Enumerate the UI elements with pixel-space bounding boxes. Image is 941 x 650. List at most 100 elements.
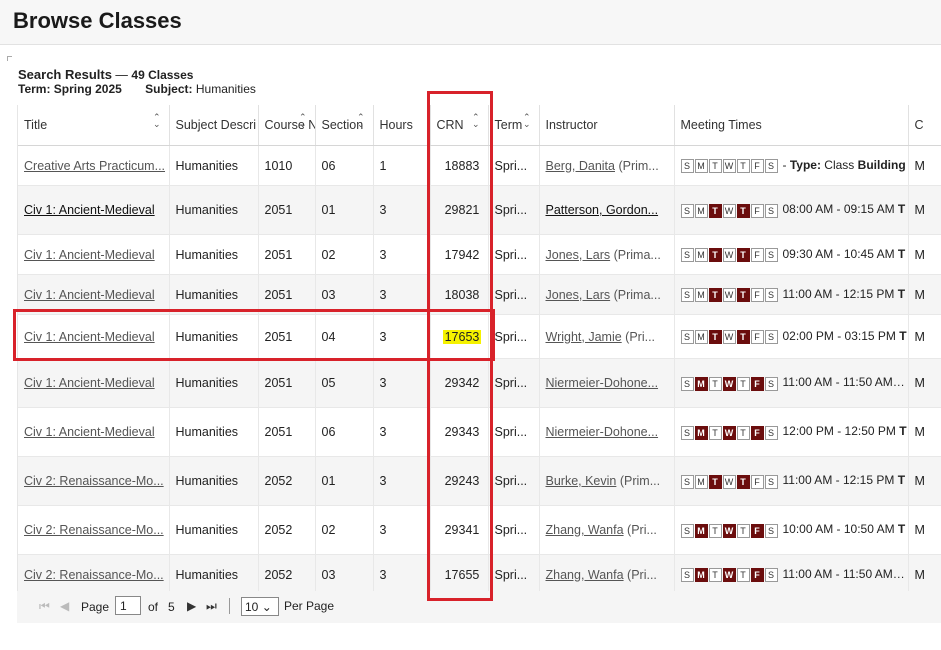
table-row[interactable]: Creative Arts Practicum... Humanities 1010… [18, 145, 941, 186]
instructor-link[interactable]: Zhang, Wanfa [546, 568, 624, 582]
weekday-box: S [764, 330, 778, 345]
weekday-box: T [708, 523, 722, 538]
instructor-link[interactable]: Patterson, Gordon... [546, 203, 659, 217]
subject-label: Subject: [145, 82, 193, 96]
course-title-link[interactable]: Civ 1: Ancient-Medieval [24, 248, 155, 262]
table-row[interactable]: Civ 1: Ancient-Medieval Humanities 2051 04 3… [18, 314, 941, 359]
next-page-icon[interactable]: ▶ [187, 599, 196, 613]
page-number-input[interactable]: 1 [115, 596, 141, 615]
table-row[interactable]: Civ 1: Ancient-Medieval Humanities 2051 01 3… [18, 185, 941, 235]
meeting-prefix: - [782, 157, 790, 172]
meeting-building-label: Building [857, 157, 906, 172]
page-header: Browse Classes [0, 0, 941, 45]
course-title-link[interactable]: Civ 1: Ancient-Medieval [24, 203, 155, 217]
first-page-icon[interactable]: ⏮ [39, 599, 50, 614]
weekday-box: T [708, 330, 722, 345]
weekday-box: F [750, 376, 764, 391]
weekday-box: T [736, 568, 750, 583]
instructor-role: (Pri... [623, 567, 657, 582]
crn-cell: 29821 [430, 185, 489, 235]
table-row[interactable]: Civ 2: Renaissance-Mo... Humanities 2052 01… [18, 456, 941, 506]
instructor-link[interactable]: Niermeier-Dohone... [546, 425, 659, 439]
section-cell: 06 [315, 145, 374, 186]
instructor-link[interactable]: Wright, Jamie [546, 330, 622, 344]
course-title-link[interactable]: Civ 2: Renaissance-Mo... [24, 474, 164, 488]
course-title-link[interactable]: Civ 2: Renaissance-Mo... [24, 523, 164, 537]
weekday-box: S [764, 474, 778, 489]
instructor-link[interactable]: Jones, Lars [546, 248, 611, 262]
subject-value: Humanities [195, 82, 256, 96]
crn-value: 29243 [444, 474, 480, 488]
section-cell: 06 [315, 407, 374, 457]
term-cell: Spri... [488, 145, 540, 186]
column-header[interactable]: Title ⌃ ⌄ [18, 105, 170, 146]
table-row[interactable]: Civ 1: Ancient-Medieval Humanities 2051 06 3… [18, 407, 941, 457]
table-row[interactable]: Civ 2: Renaissance-Mo... Humanities 2052 03… [18, 554, 941, 591]
weekday-indicator: SMTWTFS [680, 158, 779, 174]
last-page-icon[interactable]: ⏭ [206, 599, 217, 614]
weekday-indicator: SMTWTFS [680, 247, 779, 263]
hours-cell: 3 [373, 456, 431, 506]
column-header[interactable]: Section ⌃ ⌄ [315, 105, 374, 146]
search-criteria: Term: Spring 2025 Subject: Humanities [18, 82, 256, 96]
column-header[interactable]: Subject Descri [169, 105, 259, 146]
page-size-select[interactable]: 10 ⌄ [241, 597, 279, 616]
column-header[interactable]: Meeting Times [674, 105, 909, 146]
weekday-box: T [708, 568, 722, 583]
instructor-link[interactable]: Jones, Lars [546, 288, 611, 302]
instructor-link[interactable]: Burke, Kevin [546, 474, 617, 488]
course-cell: 2052 [258, 456, 316, 506]
weekday-box: S [764, 248, 778, 263]
instructor-link[interactable]: Niermeier-Dohone... [546, 376, 659, 390]
course-title-link[interactable]: Civ 1: Ancient-Medieval [24, 330, 155, 344]
column-header[interactable]: Course N ⌃ ⌄ [258, 105, 316, 146]
table-row[interactable]: Civ 1: Ancient-Medieval Humanities 2051 05 3… [18, 358, 941, 408]
course-title-link[interactable]: Civ 1: Ancient-Medieval [24, 376, 155, 390]
crn-cell: 29341 [430, 505, 489, 555]
hours-cell: 3 [373, 314, 431, 359]
meeting-time: 11:00 AM - 12:15 PM [782, 286, 895, 301]
weekday-box: W [722, 425, 736, 440]
column-header-label: C [914, 118, 924, 132]
course-cell: 2052 [258, 554, 316, 591]
weekday-box: F [750, 523, 764, 538]
instructor-link[interactable]: Berg, Danita [546, 159, 615, 173]
table-row[interactable]: Civ 2: Renaissance-Mo... Humanities 2052 02… [18, 505, 941, 555]
column-header[interactable]: Hours [373, 105, 431, 146]
instructor-cell: Patterson, Gordon... [539, 185, 675, 235]
course-title-link[interactable]: Creative Arts Practicum... [24, 159, 165, 173]
instructor-cell: Berg, Danita (Prim... [539, 145, 675, 186]
instructor-link[interactable]: Zhang, Wanfa [546, 523, 624, 537]
instructor-cell: Niermeier-Dohone... [539, 358, 675, 408]
column-header[interactable]: CRN ⌃ ⌄ [430, 105, 489, 146]
meeting-type-abbr: T [897, 246, 906, 261]
crn-cell: 17653 [430, 314, 489, 359]
meeting-type-abbr: T [897, 286, 906, 301]
pagination-bar: ⏮ ◀ Page 1 of 5 ▶ ⏭ 10 ⌄ Per Page [17, 591, 941, 623]
sort-icon[interactable]: ⌃ ⌄ [357, 113, 365, 129]
section-cell: 05 [315, 358, 374, 408]
sort-icon[interactable]: ⌃ ⌄ [523, 113, 531, 129]
extra-cell: M [908, 505, 941, 555]
course-title-link[interactable]: Civ 1: Ancient-Medieval [24, 425, 155, 439]
table-body: Creative Arts Practicum... Humanities 1010… [18, 145, 941, 591]
weekday-box: T [708, 376, 722, 391]
sort-icon[interactable]: ⌃ ⌄ [153, 113, 161, 129]
course-title-link[interactable]: Civ 2: Renaissance-Mo... [24, 568, 164, 582]
column-header[interactable]: C [908, 105, 941, 146]
prev-page-icon[interactable]: ◀ [60, 599, 69, 613]
sort-icon[interactable]: ⌃ ⌄ [472, 113, 480, 129]
meeting-times-cell: S M T W T F S 11:00 AM - 12:15 PM T [674, 274, 909, 315]
term-cell: Spri... [488, 358, 540, 408]
table-row[interactable]: Civ 1: Ancient-Medieval Humanities 2051 02 3… [18, 234, 941, 275]
section-cell: 04 [315, 314, 374, 359]
weekday-box: S [680, 330, 694, 345]
column-header[interactable]: Term ⌃ ⌄ [488, 105, 540, 146]
course-title-link[interactable]: Civ 1: Ancient-Medieval [24, 288, 155, 302]
column-header[interactable]: Instructor [539, 105, 675, 146]
sort-icon[interactable]: ⌃ ⌄ [299, 113, 307, 129]
subject-cell: Humanities [169, 554, 259, 591]
table-row[interactable]: Civ 1: Ancient-Medieval Humanities 2051 03 3… [18, 274, 941, 315]
title-cell: Civ 1: Ancient-Medieval [18, 274, 170, 315]
weekday-box: W [722, 330, 736, 345]
